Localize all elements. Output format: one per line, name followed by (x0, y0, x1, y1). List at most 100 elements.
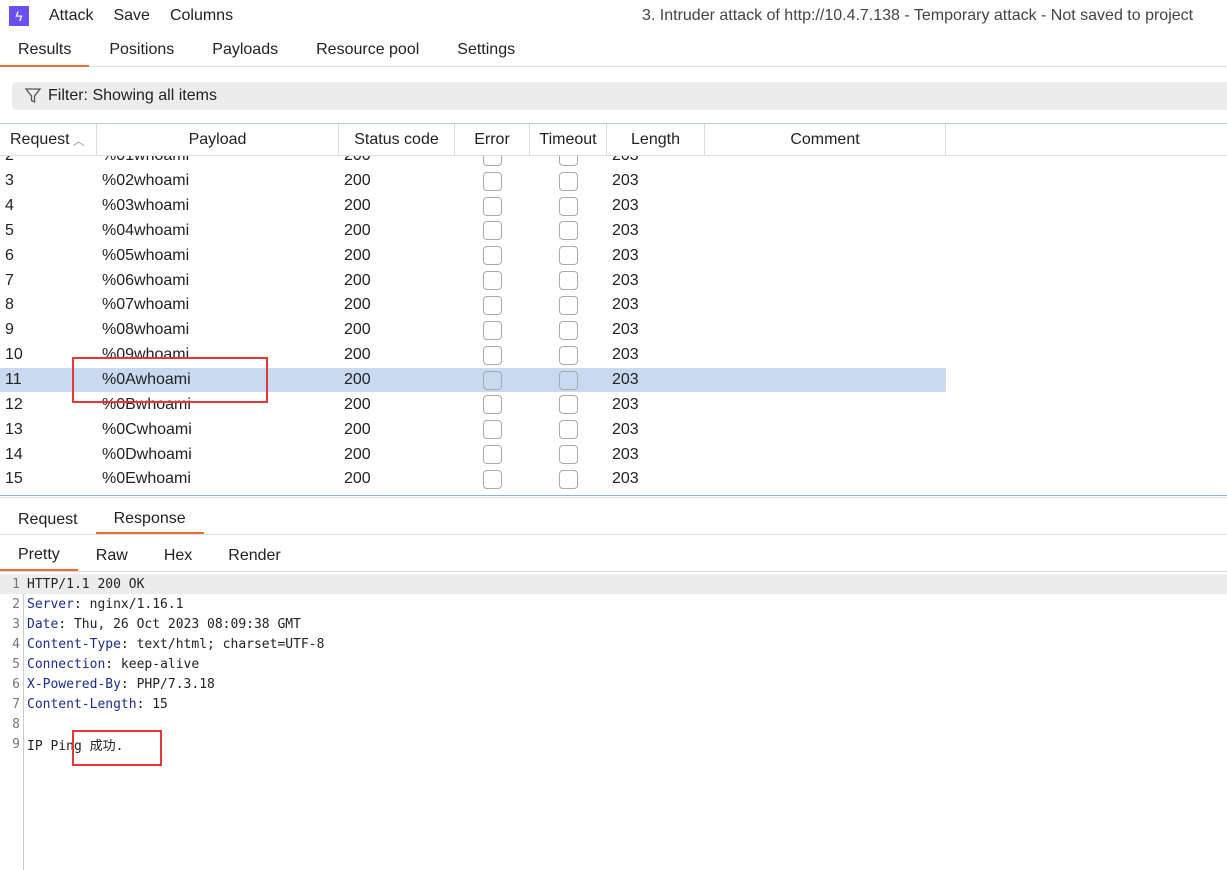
error-checkbox[interactable] (483, 395, 502, 415)
timeout-checkbox[interactable] (559, 345, 578, 365)
col-timeout[interactable]: Timeout (530, 124, 607, 156)
cell-comment (705, 293, 946, 318)
cell-request: 6 (5, 246, 14, 264)
error-checkbox[interactable] (483, 271, 502, 291)
header-value: : nginx/1.16.1 (73, 596, 184, 612)
table-row[interactable]: 3 %02whoami 200 203 (0, 169, 1227, 194)
error-checkbox[interactable] (483, 196, 502, 216)
menu-save[interactable]: Save (113, 7, 149, 25)
cell-timeout (530, 293, 607, 318)
cell-timeout (530, 318, 607, 343)
timeout-checkbox[interactable] (559, 221, 578, 241)
tab-settings[interactable]: Settings (439, 34, 533, 67)
cell-status: 200 (344, 296, 371, 314)
filter-text: Filter: Showing all items (48, 87, 217, 104)
col-length[interactable]: Length (607, 124, 705, 156)
cell-status: 200 (344, 172, 371, 190)
filter-icon (24, 88, 42, 104)
timeout-checkbox[interactable] (559, 271, 578, 291)
error-checkbox[interactable] (483, 345, 502, 365)
timeout-checkbox[interactable] (559, 420, 578, 440)
table-row[interactable]: 15 %0Ewhoami 200 203 (0, 467, 1227, 492)
error-checkbox[interactable] (483, 221, 502, 241)
cell-error (455, 392, 530, 417)
cell-request: 8 (5, 296, 14, 314)
table-row[interactable]: 13 %0Cwhoami 200 203 (0, 417, 1227, 442)
cell-error (455, 368, 530, 393)
col-error[interactable]: Error (455, 124, 530, 156)
cell-payload: %0Cwhoami (102, 420, 192, 438)
table-row[interactable]: 6 %05whoami 200 203 (0, 243, 1227, 268)
cell-length: 203 (612, 172, 639, 190)
line-number: 3 (12, 616, 20, 632)
table-row[interactable]: 4 %03whoami 200 203 (0, 194, 1227, 219)
cell-comment (705, 368, 946, 393)
tab-pretty[interactable]: Pretty (0, 541, 78, 571)
table-body: 2%01whoami2002033%02whoami2002034%03whoa… (0, 144, 1227, 496)
cell-status: 200 (344, 246, 371, 264)
timeout-checkbox[interactable] (559, 395, 578, 415)
error-checkbox[interactable] (483, 469, 502, 489)
error-checkbox[interactable] (483, 445, 502, 465)
filter-bar[interactable]: Filter: Showing all items (12, 82, 1227, 110)
response-line: 1 HTTP/1.1 200 OK (0, 574, 1227, 594)
tab-render[interactable]: Render (210, 541, 298, 571)
error-checkbox[interactable] (483, 420, 502, 440)
error-checkbox[interactable] (483, 171, 502, 191)
tab-positions[interactable]: Positions (91, 34, 192, 67)
timeout-checkbox[interactable] (559, 320, 578, 340)
table-row[interactable]: 14 %0Dwhoami 200 203 (0, 442, 1227, 467)
table-row[interactable]: 5 %04whoami 200 203 (0, 219, 1227, 244)
tab-hex[interactable]: Hex (146, 541, 210, 571)
error-checkbox[interactable] (483, 320, 502, 340)
cell-timeout (530, 442, 607, 467)
cell-comment (705, 219, 946, 244)
split-divider[interactable] (0, 495, 1227, 498)
menu-attack[interactable]: Attack (49, 7, 93, 25)
table-row[interactable]: 9 %08whoami 200 203 (0, 318, 1227, 343)
cell-length: 203 (612, 246, 639, 264)
col-payload[interactable]: Payload (97, 124, 339, 156)
response-editor[interactable]: 1 HTTP/1.1 200 OK 2 Server: nginx/1.16.1 3 Da… (0, 574, 1227, 870)
tab-response[interactable]: Response (95, 505, 204, 534)
cell-length: 203 (612, 221, 639, 239)
header-value: : keep-alive (105, 656, 200, 672)
cell-payload: %08whoami (102, 321, 190, 339)
timeout-checkbox[interactable] (559, 370, 578, 390)
cell-status: 200 (344, 197, 371, 215)
cell-status: 200 (344, 346, 371, 364)
col-comment[interactable]: Comment (705, 124, 946, 156)
menu-columns[interactable]: Columns (170, 7, 233, 25)
cell-timeout (530, 169, 607, 194)
timeout-checkbox[interactable] (559, 469, 578, 489)
table-row[interactable]: 8 %07whoami 200 203 (0, 293, 1227, 318)
timeout-checkbox[interactable] (559, 196, 578, 216)
tab-raw[interactable]: Raw (78, 541, 146, 571)
error-checkbox[interactable] (483, 246, 502, 266)
response-line: 5 Connection: keep-alive (0, 654, 1227, 674)
timeout-checkbox[interactable] (559, 445, 578, 465)
highlight-box-payload (72, 357, 268, 403)
timeout-checkbox[interactable] (559, 171, 578, 191)
error-checkbox[interactable] (483, 295, 502, 315)
cell-comment (705, 243, 946, 268)
col-request-label: Request (10, 131, 70, 148)
table-header: Request ︿ Payload Status code Error Timeo… (0, 124, 1227, 156)
tab-resource-pool[interactable]: Resource pool (298, 34, 437, 67)
cell-payload: %05whoami (102, 246, 190, 264)
tab-results[interactable]: Results (0, 34, 90, 67)
window-title: 3. Intruder attack of http://10.4.7.138 … (642, 7, 1194, 24)
col-status-code[interactable]: Status code (339, 124, 455, 156)
timeout-checkbox[interactable] (559, 246, 578, 266)
header-value: : Thu, 26 Oct 2023 08:09:38 GMT (58, 616, 301, 632)
header-key: Connection (27, 656, 106, 672)
col-request[interactable]: Request ︿ (0, 124, 97, 156)
error-checkbox[interactable] (483, 370, 502, 390)
timeout-checkbox[interactable] (559, 295, 578, 315)
tab-payloads[interactable]: Payloads (194, 34, 296, 67)
response-line: 9 IP Ping 成功. (0, 734, 1227, 754)
table-row[interactable]: 7 %06whoami 200 203 (0, 268, 1227, 293)
message-tabs: Request Response (0, 505, 1227, 535)
cell-timeout (530, 194, 607, 219)
tab-request[interactable]: Request (0, 505, 96, 534)
